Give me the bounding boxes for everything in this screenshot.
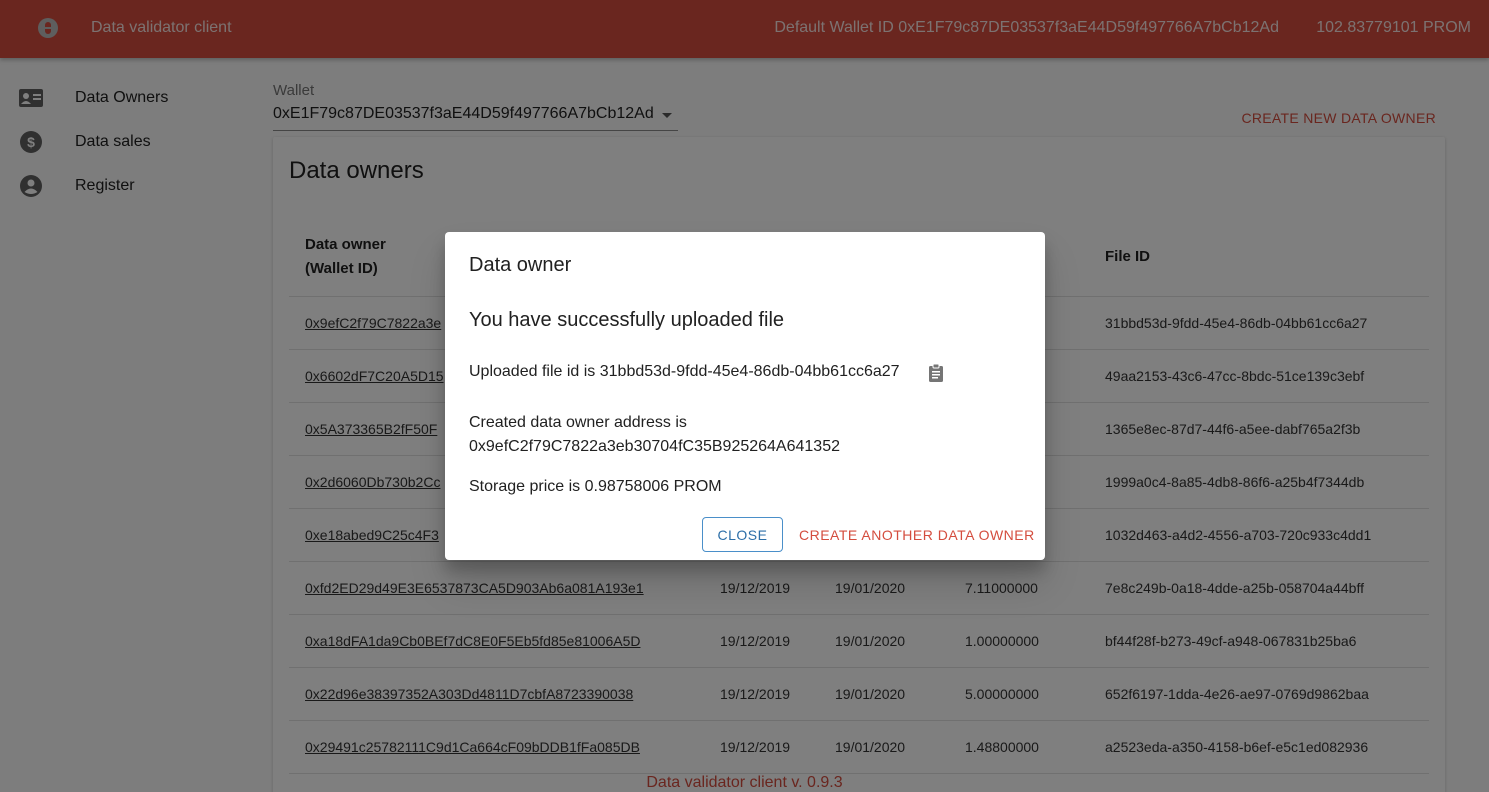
storage-price-text: Storage price is 0.98758006 PROM (469, 478, 722, 495)
upload-success-dialog: Data owner You have successfully uploade… (445, 232, 1045, 560)
uploaded-file-id-text: Uploaded file id is 31bbd53d-9fdd-45e4-8… (469, 363, 900, 380)
owner-address-value: 0x9efC2f79C7822a3eb30704fC35B925264A6413… (469, 438, 840, 455)
close-button[interactable]: CLOSE (702, 517, 783, 552)
clipboard-icon[interactable] (926, 363, 946, 383)
create-another-data-owner-button[interactable]: CREATE ANOTHER DATA OWNER (791, 517, 1043, 552)
owner-address-label: Created data owner address is (469, 414, 687, 431)
dialog-title: Data owner (469, 254, 572, 276)
dialog-success-message: You have successfully uploaded file (469, 309, 785, 331)
